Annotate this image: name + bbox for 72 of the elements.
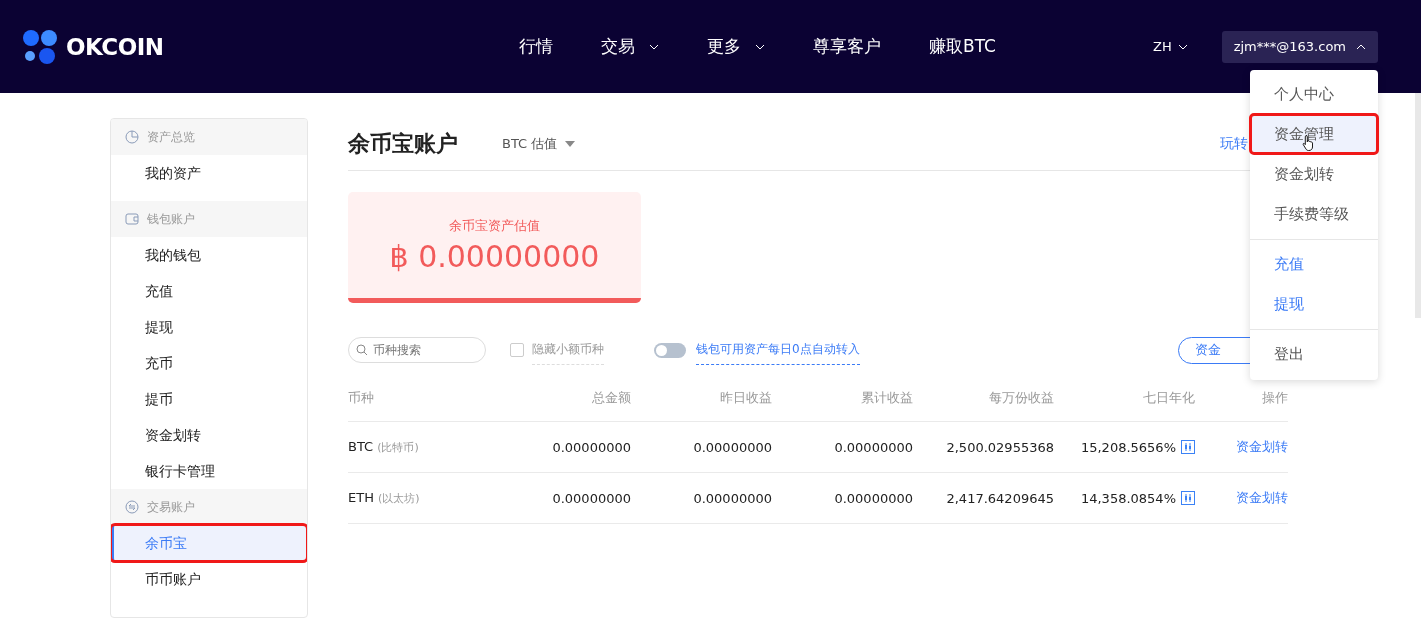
table-cell: 15,208.5656% (1080, 439, 1176, 455)
card-label: 余币宝资产估值 (449, 216, 540, 235)
table-cell-text: 0.00000000 (551, 490, 631, 506)
nav-link[interactable]: 交易 (601, 35, 660, 58)
table-cell-text: 2,417.64209645 (945, 490, 1054, 506)
sidebar-item[interactable]: 我的资产 (111, 155, 307, 191)
coin-name: (以太坊) (377, 491, 420, 506)
column-header: 七日年化 (1142, 389, 1195, 407)
transfer-link[interactable]: 资金划转 (1195, 438, 1288, 456)
nav-link[interactable]: 行情 (519, 35, 554, 58)
chevron-down-icon (755, 43, 766, 50)
transfer-link[interactable]: 资金划转 (1195, 489, 1288, 507)
chevron-down-icon (1177, 43, 1188, 50)
column-header: 每万份收益 (988, 389, 1054, 407)
column-header: 币种 (348, 389, 375, 407)
pie-chart-icon (125, 130, 139, 144)
sidebar-group-title: 交易账户 (147, 498, 195, 516)
column-header: 累计收益 (860, 389, 913, 407)
sidebar-item[interactable]: 充币 (111, 345, 307, 381)
logo-text[interactable]: OKCOIN (66, 33, 164, 60)
page-title: 余币宝账户 (348, 130, 458, 158)
asset-value: ฿ 0.00000000 (389, 238, 600, 274)
menu-item[interactable]: 提现 (1250, 284, 1378, 324)
table-cell-text: 2,500.02955368 (945, 439, 1054, 455)
column-header: 总金额 (591, 389, 631, 407)
wallet-icon (125, 212, 139, 226)
auto-transfer-link[interactable]: 钱包可用资产每日0点自动转入 (696, 335, 860, 365)
checkbox-label: 隐藏小额币种 (532, 335, 604, 365)
account-menu-button[interactable]: zjm***@163.com (1221, 30, 1378, 63)
sidebar-item[interactable]: 币币账户 (111, 561, 307, 597)
sidebar-group-title: 资产总览 (147, 128, 195, 146)
menu-item[interactable]: 充值 (1250, 244, 1378, 284)
toggle-switch[interactable] (654, 342, 686, 358)
menu-item[interactable]: 资金管理 (1250, 114, 1378, 154)
caret-icon (565, 141, 576, 147)
coin-symbol: BTC (348, 439, 374, 454)
menu-item[interactable]: 个人中心 (1250, 74, 1378, 114)
table-cell-text: 0.00000000 (692, 490, 772, 506)
nav-link[interactable]: 更多 (707, 35, 766, 58)
column-header: 昨日收益 (719, 389, 772, 407)
table-cell-text: 0.00000000 (833, 439, 913, 455)
sidebar-group-title: 钱包账户 (147, 210, 195, 228)
sidebar-item[interactable]: 余币宝 (111, 525, 307, 561)
scrollbar[interactable] (1415, 93, 1421, 318)
language-selector[interactable]: ZH (1153, 39, 1188, 54)
table-cell-text: 0.00000000 (692, 439, 772, 455)
sidebar-item[interactable]: 充值 (111, 273, 307, 309)
nav-link[interactable]: 尊享客户 (813, 35, 882, 58)
exchange-icon (125, 500, 139, 514)
sidebar-item[interactable]: 银行卡管理 (111, 453, 307, 489)
coin-name: (比特币) (377, 440, 419, 455)
chevron-up-icon (1356, 43, 1366, 50)
chevron-down-icon (649, 43, 660, 50)
sidebar-item[interactable]: 提现 (111, 309, 307, 345)
menu-item[interactable]: 手续费等级 (1250, 194, 1378, 234)
nav-link[interactable]: 赚取BTC (929, 35, 996, 58)
menu-item[interactable]: 资金划转 (1250, 154, 1378, 194)
search-icon (356, 344, 368, 356)
table-cell-text: 0.00000000 (551, 439, 631, 455)
sidebar-item[interactable]: 我的钱包 (111, 237, 307, 273)
chart-icon[interactable] (1181, 491, 1195, 505)
sidebar-item[interactable]: 提币 (111, 381, 307, 417)
sidebar-item[interactable]: 资金划转 (111, 417, 307, 453)
valuation-dropdown[interactable]: BTC 估值 (502, 135, 576, 153)
table-cell-text: 0.00000000 (833, 490, 913, 506)
column-header: 操作 (1261, 389, 1288, 407)
table-cell: 14,358.0854% (1080, 490, 1176, 506)
guide-link[interactable]: 玩转 (1220, 135, 1248, 153)
coin-symbol: ETH (348, 490, 374, 505)
checkbox[interactable] (510, 343, 524, 357)
search-field[interactable]: 币种搜索 (348, 337, 486, 363)
chart-icon[interactable] (1181, 440, 1195, 454)
